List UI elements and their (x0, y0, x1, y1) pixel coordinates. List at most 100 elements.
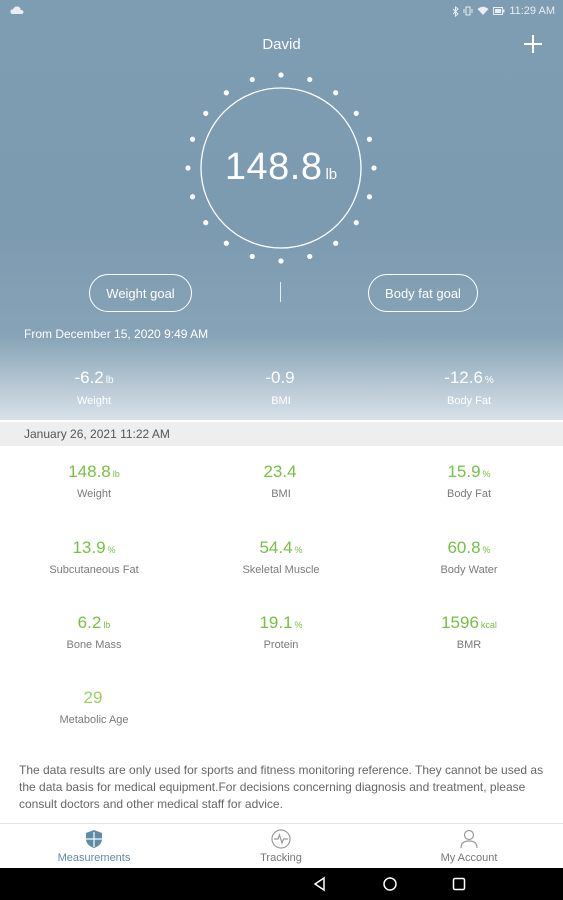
dial-dot (278, 72, 284, 78)
metric-value: 60.8 (447, 538, 481, 557)
metric-unit: % (107, 545, 116, 555)
back-icon[interactable] (312, 876, 328, 892)
weight-change-label: Weight (76, 395, 112, 407)
dial-dot (223, 90, 229, 96)
dial-dot (353, 110, 359, 116)
metric-unit: % (294, 545, 303, 555)
shield-icon (86, 830, 102, 848)
weight-change-unit: lb (105, 375, 114, 386)
user-name[interactable]: David (0, 36, 563, 53)
measurement-date: January 26, 2021 11:22 AM (0, 422, 563, 446)
dial-dot (249, 253, 255, 260)
metric-unit: lb (103, 620, 111, 630)
wifi-icon (477, 6, 489, 15)
metric-value: 148.8 (68, 462, 111, 481)
add-icon[interactable] (522, 33, 544, 55)
cloud-icon (10, 6, 24, 14)
dial-dot (249, 76, 255, 83)
goal-divider (280, 282, 281, 302)
recents-icon[interactable] (451, 876, 467, 892)
tab-label: Measurements (57, 852, 131, 864)
body-fat-change-unit: % (484, 375, 494, 386)
dial-dot (366, 194, 373, 200)
body-fat-change: -12.6% Body Fat (409, 368, 529, 407)
dial-dot (366, 136, 373, 142)
vibrate-icon (463, 6, 473, 16)
metric-unit: kcal (480, 620, 497, 630)
metric-value: 6.2 (77, 613, 102, 632)
bottom-tab-bar: Measurements Tracking My Account (0, 823, 563, 868)
since-label: From December 15, 2020 9:49 AM (24, 327, 209, 341)
metric-bmr[interactable]: 1596 kcal BMR (394, 613, 544, 651)
metric-bone-mass[interactable]: 6.2 lb Bone Mass (19, 613, 169, 651)
metric-label: Body Fat (446, 488, 492, 500)
metric-value: 54.4 (259, 538, 293, 557)
bmi-change: -0.9 BMI (221, 368, 341, 407)
metric-label: Bone Mass (66, 639, 122, 651)
tab-label: My Account (440, 852, 498, 864)
current-weight-value: 148.8 (224, 146, 323, 188)
metric-skeletal-muscle[interactable]: 54.4% Skeletal Muscle (206, 538, 356, 576)
battery-icon (493, 7, 505, 15)
dial-dot (278, 258, 284, 264)
person-icon (460, 829, 478, 849)
body-fat-change-value: -12.6 (444, 368, 483, 387)
disclaimer-text: The data results are only used for sport… (19, 763, 544, 811)
metric-unit: % (294, 620, 303, 630)
system-nav-bar (0, 868, 563, 900)
metric-label: Subcutaneous Fat (49, 564, 139, 576)
dial-dot (189, 194, 196, 200)
weight-goal-button[interactable]: Weight goal (89, 274, 192, 312)
dial-dot (307, 76, 313, 83)
weight-change-value: -6.2 (74, 368, 104, 387)
metric-subcutaneous-fat[interactable]: 13.9% Subcutaneous Fat (19, 538, 169, 576)
metric-metabolic-age[interactable]: 29 Metabolic Age (19, 688, 169, 726)
metric-label: Protein (263, 639, 299, 651)
metric-value: 15.9 (447, 462, 481, 481)
dial-dot (189, 136, 196, 142)
metric-label: BMI (271, 488, 291, 500)
metric-weight[interactable]: 148.8 lb Weight (19, 462, 169, 500)
tab-label: Tracking (260, 852, 302, 864)
tab-tracking[interactable]: Tracking (211, 824, 351, 869)
dial-dot (203, 110, 209, 116)
metric-value: 13.9 (72, 538, 106, 557)
status-time: 11:29 AM (509, 5, 555, 17)
metric-label: BMR (456, 639, 482, 651)
metric-body-fat[interactable]: 15.9% Body Fat (394, 462, 544, 500)
metric-label: Body Water (440, 564, 498, 576)
metric-label: Metabolic Age (59, 714, 129, 726)
weight-change: -6.2 lb Weight (34, 368, 154, 407)
metric-unit: % (482, 545, 491, 555)
bluetooth-icon (452, 5, 460, 17)
pulse-icon (271, 829, 291, 849)
dial-dot (333, 90, 339, 96)
metric-value: 23.4 (263, 462, 297, 481)
body-fat-change-label: Body Fat (446, 395, 492, 407)
metric-value: 1596 (441, 613, 479, 632)
tab-my-account[interactable]: My Account (399, 824, 539, 869)
tab-measurements[interactable]: Measurements (24, 824, 164, 869)
metric-unit: lb (112, 469, 120, 479)
home-icon[interactable] (382, 876, 398, 892)
metric-label: Weight (76, 488, 112, 500)
metric-body-water[interactable]: 60.8% Body Water (394, 538, 544, 576)
metric-value: 19.1 (259, 613, 293, 632)
dial-dot (223, 240, 229, 246)
metric-protein[interactable]: 19.1% Protein (206, 613, 356, 651)
summary-header: 11:29 AM David 148.8 lb Weight goal Body … (0, 0, 563, 420)
status-bar: 11:29 AM (0, 0, 563, 24)
dial-dot (333, 240, 339, 246)
metric-bmi[interactable]: 23.4 BMI (206, 462, 356, 500)
current-weight: 148.8 lb (181, 146, 381, 189)
body-fat-goal-button[interactable]: Body fat goal (368, 274, 478, 312)
dial-dot (353, 220, 359, 226)
metric-value: 29 (83, 688, 103, 707)
bmi-change-label: BMI (271, 395, 291, 407)
current-weight-unit: lb (325, 166, 338, 183)
metric-unit: % (482, 469, 491, 479)
bmi-change-value: -0.9 (265, 368, 295, 387)
dial-dot (307, 253, 313, 260)
dial-dot (203, 220, 209, 226)
metric-label: Skeletal Muscle (242, 564, 320, 576)
